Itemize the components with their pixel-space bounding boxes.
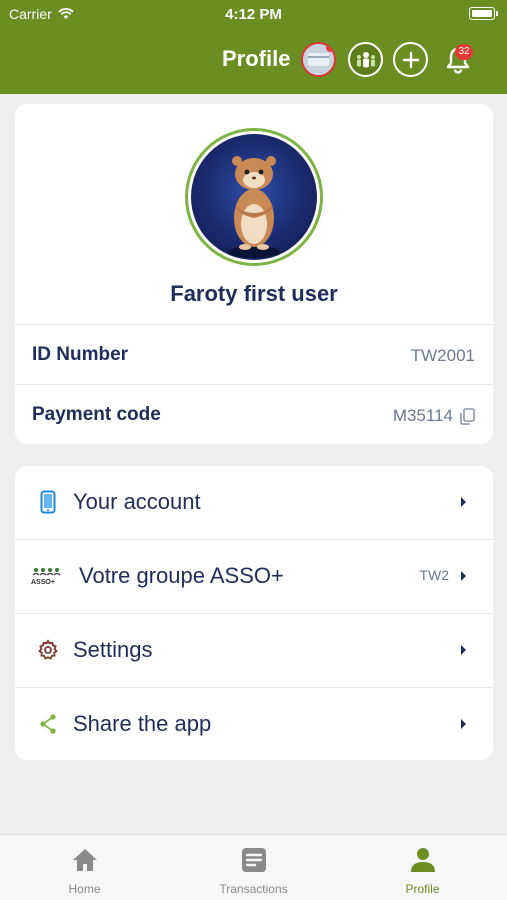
tab-transactions[interactable]: Transactions bbox=[169, 835, 338, 900]
battery-icon bbox=[469, 7, 498, 20]
chevron-right-icon bbox=[461, 719, 466, 729]
gear-icon bbox=[36, 638, 60, 662]
id-number-value: TW2001 bbox=[411, 346, 475, 366]
tab-label-profile: Profile bbox=[405, 882, 440, 896]
asso-group-icon: ASSO+ bbox=[29, 564, 65, 588]
menu-label-settings: Settings bbox=[73, 637, 153, 662]
menu-item-share-app[interactable]: Share the app bbox=[15, 688, 493, 761]
hamster-illustration bbox=[228, 156, 280, 258]
payment-code-text: M35114 bbox=[392, 406, 453, 425]
user-name: Faroty first user bbox=[170, 281, 338, 306]
avatar-alert-dot bbox=[326, 44, 334, 52]
hamster-avatar-image bbox=[191, 134, 317, 260]
menu-item-settings[interactable]: Settings bbox=[15, 614, 493, 687]
menu-item-your-account[interactable]: Your account bbox=[15, 466, 493, 539]
copy-icon[interactable] bbox=[459, 407, 475, 425]
add-button[interactable] bbox=[393, 42, 428, 77]
header-card-avatar-button[interactable] bbox=[301, 42, 336, 77]
profile-card: Faroty first user ID Number TW2001 Payme… bbox=[15, 104, 493, 444]
menu-label-asso-group: Votre groupe ASSO+ bbox=[79, 563, 284, 588]
chevron-right-icon bbox=[461, 571, 466, 581]
chevron-right-icon bbox=[461, 497, 466, 507]
asso-group-code: TW2 bbox=[419, 567, 449, 583]
bottom-tab-bar: Home Transactions Profile bbox=[0, 834, 507, 900]
profile-avatar[interactable] bbox=[185, 128, 323, 266]
share-icon bbox=[36, 712, 60, 736]
id-number-row: ID Number TW2001 bbox=[15, 325, 493, 385]
tab-label-home: Home bbox=[68, 882, 101, 896]
tab-profile[interactable]: Profile bbox=[338, 835, 507, 900]
page-title: Profile bbox=[222, 46, 291, 71]
menu-card: Your account ASSO+ Votre groupe ASSO+ TW… bbox=[15, 466, 493, 760]
tab-label-transactions: Transactions bbox=[219, 882, 288, 896]
top-header: Carrier 4:12 PM Profile 32 bbox=[0, 0, 507, 94]
plus-icon bbox=[402, 51, 419, 68]
payment-code-row: Payment code M35114 bbox=[15, 385, 493, 445]
header-group-button[interactable] bbox=[348, 42, 383, 77]
tab-home[interactable]: Home bbox=[0, 835, 169, 900]
chevron-right-icon bbox=[461, 645, 466, 655]
group-icon bbox=[356, 51, 375, 67]
menu-label-share-app: Share the app bbox=[73, 711, 212, 736]
status-time: 4:12 PM bbox=[225, 6, 282, 23]
svg-text:ASSO+: ASSO+ bbox=[31, 579, 55, 586]
payment-code-label: Payment code bbox=[32, 404, 161, 425]
id-number-label: ID Number bbox=[32, 344, 129, 365]
home-icon bbox=[0, 847, 169, 873]
document-icon bbox=[169, 847, 338, 873]
notification-count-badge: 32 bbox=[455, 44, 473, 60]
id-number-text: TW2001 bbox=[410, 346, 475, 365]
payment-code-value: M35114 bbox=[393, 406, 475, 426]
phone-icon bbox=[36, 490, 60, 514]
menu-item-asso-group[interactable]: ASSO+ Votre groupe ASSO+ TW2 bbox=[15, 540, 493, 613]
menu-label-your-account: Your account bbox=[73, 489, 201, 514]
person-icon bbox=[338, 847, 507, 873]
